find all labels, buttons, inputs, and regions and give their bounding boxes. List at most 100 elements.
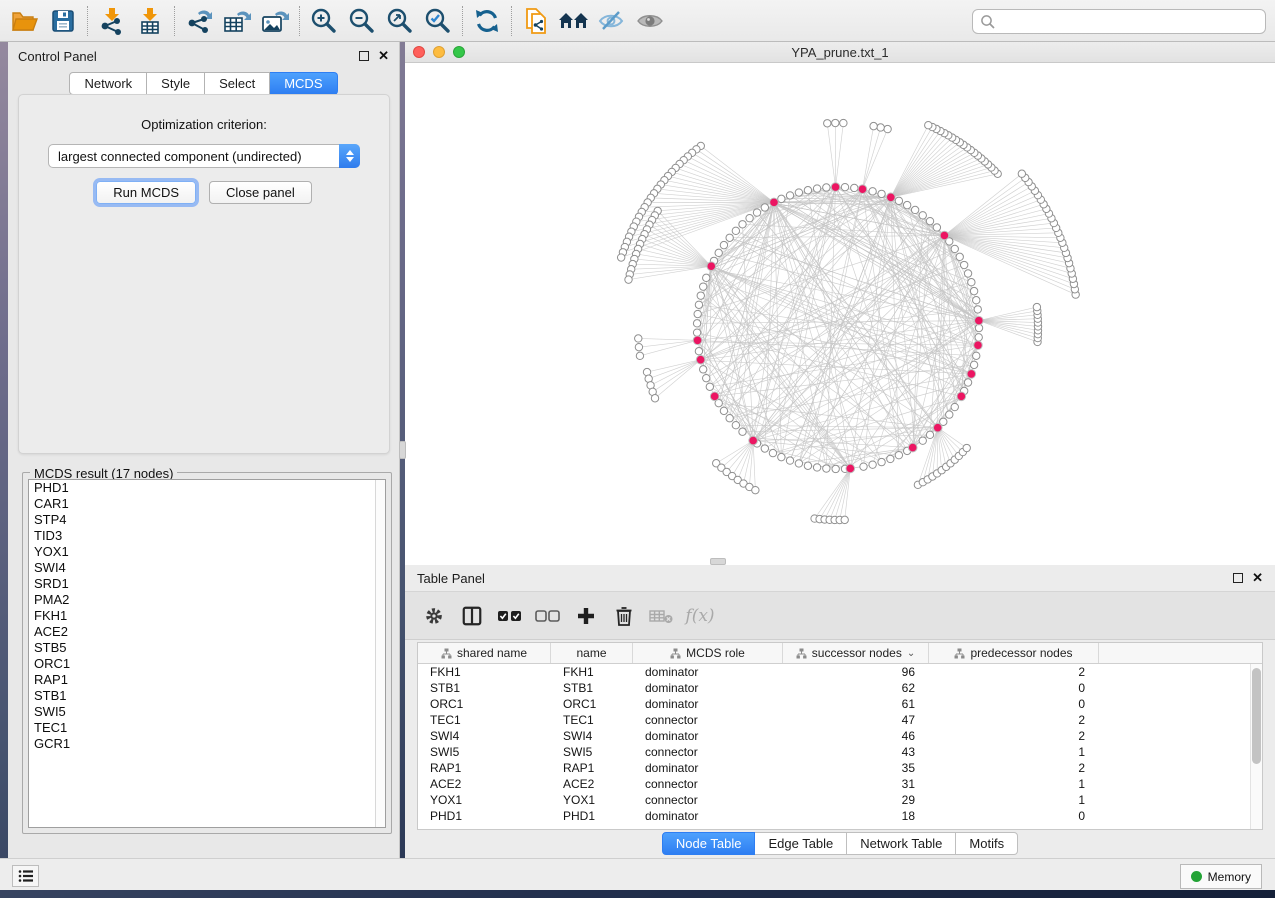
network-node[interactable] (925, 121, 932, 128)
network-node[interactable] (761, 445, 768, 452)
network-node[interactable] (1018, 170, 1025, 177)
network-node[interactable] (887, 455, 894, 462)
tab-motifs[interactable]: Motifs (956, 832, 1018, 855)
network-node[interactable] (919, 212, 926, 219)
network-node[interactable] (769, 449, 776, 456)
mcds-result-item[interactable]: TID3 (29, 528, 385, 544)
show-columns-button[interactable] (457, 599, 487, 633)
mcds-result-item[interactable]: ACE2 (29, 624, 385, 640)
tab-node-table[interactable]: Node Table (662, 832, 756, 855)
mcds-hub-node[interactable] (967, 370, 976, 379)
network-node[interactable] (804, 462, 811, 469)
network-node[interactable] (964, 379, 971, 386)
network-node[interactable] (832, 465, 839, 472)
mcds-hub-node[interactable] (908, 443, 917, 452)
network-node[interactable] (975, 334, 982, 341)
network-node[interactable] (726, 234, 733, 241)
network-node[interactable] (964, 270, 971, 277)
column-header-predecessor-nodes[interactable]: predecessor nodes (929, 643, 1099, 663)
vertical-splitter-handle[interactable] (399, 441, 406, 459)
network-node[interactable] (841, 183, 848, 190)
zoom-fit-button[interactable] (381, 3, 419, 39)
network-node[interactable] (895, 451, 902, 458)
network-window-titlebar[interactable]: YPA_prune.txt_1 (405, 42, 1275, 63)
network-node[interactable] (697, 292, 704, 299)
tab-network[interactable]: Network (69, 72, 147, 95)
table-settings-button[interactable] (419, 599, 449, 633)
network-node[interactable] (795, 460, 802, 467)
network-node[interactable] (778, 453, 785, 460)
network-node[interactable] (946, 411, 953, 418)
network-node[interactable] (695, 348, 702, 355)
network-node[interactable] (878, 458, 885, 465)
search-input[interactable] (996, 12, 1265, 32)
network-node[interactable] (753, 209, 760, 216)
mcds-hub-node[interactable] (749, 436, 758, 445)
mcds-result-item[interactable]: TEC1 (29, 720, 385, 736)
memory-button[interactable]: Memory (1180, 864, 1262, 889)
network-node[interactable] (1033, 303, 1040, 310)
network-node[interactable] (693, 320, 700, 327)
column-header-name[interactable]: name (551, 643, 633, 663)
mcds-hub-node[interactable] (831, 183, 840, 192)
network-node[interactable] (951, 403, 958, 410)
close-panel-icon[interactable]: ✕ (1252, 573, 1263, 583)
zoom-selected-button[interactable] (419, 3, 457, 39)
mcds-hub-node[interactable] (846, 464, 855, 473)
network-node[interactable] (832, 119, 839, 126)
mcds-hub-node[interactable] (693, 336, 702, 345)
network-node[interactable] (903, 201, 910, 208)
duplicate-network-button[interactable] (517, 3, 555, 39)
mcds-hub-node[interactable] (858, 185, 867, 194)
horizontal-splitter-handle[interactable] (710, 558, 726, 565)
network-node[interactable] (951, 245, 958, 252)
mcds-hub-node[interactable] (957, 392, 966, 401)
mcds-result-item[interactable]: PHD1 (29, 480, 385, 496)
column-header-shared-name[interactable]: shared name (418, 643, 551, 663)
mcds-result-item[interactable]: STB1 (29, 688, 385, 704)
mcds-result-item[interactable]: STP4 (29, 512, 385, 528)
network-node[interactable] (963, 444, 970, 451)
network-node[interactable] (974, 306, 981, 313)
mcds-result-item[interactable]: RAP1 (29, 672, 385, 688)
network-node[interactable] (695, 301, 702, 308)
network-node[interactable] (739, 428, 746, 435)
mcds-result-item[interactable]: PMA2 (29, 592, 385, 608)
network-node[interactable] (795, 189, 802, 196)
table-row[interactable]: FKH1FKH1dominator962 (418, 664, 1262, 680)
network-node[interactable] (804, 187, 811, 194)
mcds-hub-node[interactable] (707, 262, 716, 271)
column-header-successor-nodes[interactable]: successor nodes⌄ (783, 643, 929, 663)
mcds-hub-node[interactable] (933, 423, 942, 432)
network-node[interactable] (926, 431, 933, 438)
table-row[interactable]: STB1STB1dominator620 (418, 680, 1262, 696)
network-node[interactable] (635, 335, 642, 342)
network-node[interactable] (739, 221, 746, 228)
network-node[interactable] (732, 227, 739, 234)
float-panel-icon[interactable] (1233, 573, 1243, 583)
mcds-result-item[interactable]: SRD1 (29, 576, 385, 592)
network-node[interactable] (841, 516, 848, 523)
select-all-button[interactable] (495, 599, 525, 633)
mcds-result-item[interactable]: YOX1 (29, 544, 385, 560)
tab-style[interactable]: Style (147, 72, 205, 95)
mcds-hub-node[interactable] (940, 231, 949, 240)
network-node[interactable] (778, 195, 785, 202)
network-node[interactable] (726, 415, 733, 422)
table-row[interactable]: SWI5SWI5connector431 (418, 744, 1262, 760)
network-node[interactable] (693, 329, 700, 336)
network-node[interactable] (823, 184, 830, 191)
network-node[interactable] (824, 120, 831, 127)
network-node[interactable] (926, 217, 933, 224)
zoom-in-button[interactable] (305, 3, 343, 39)
deselect-all-button[interactable] (533, 599, 563, 633)
zoom-out-button[interactable] (343, 3, 381, 39)
network-node[interactable] (823, 465, 830, 472)
network-node[interactable] (720, 241, 727, 248)
network-node[interactable] (973, 352, 980, 359)
mcds-result-item[interactable]: SWI5 (29, 704, 385, 720)
close-panel-icon[interactable]: ✕ (378, 51, 389, 61)
mcds-hub-node[interactable] (887, 193, 896, 202)
mcds-result-item[interactable]: ORC1 (29, 656, 385, 672)
network-node[interactable] (752, 486, 759, 493)
